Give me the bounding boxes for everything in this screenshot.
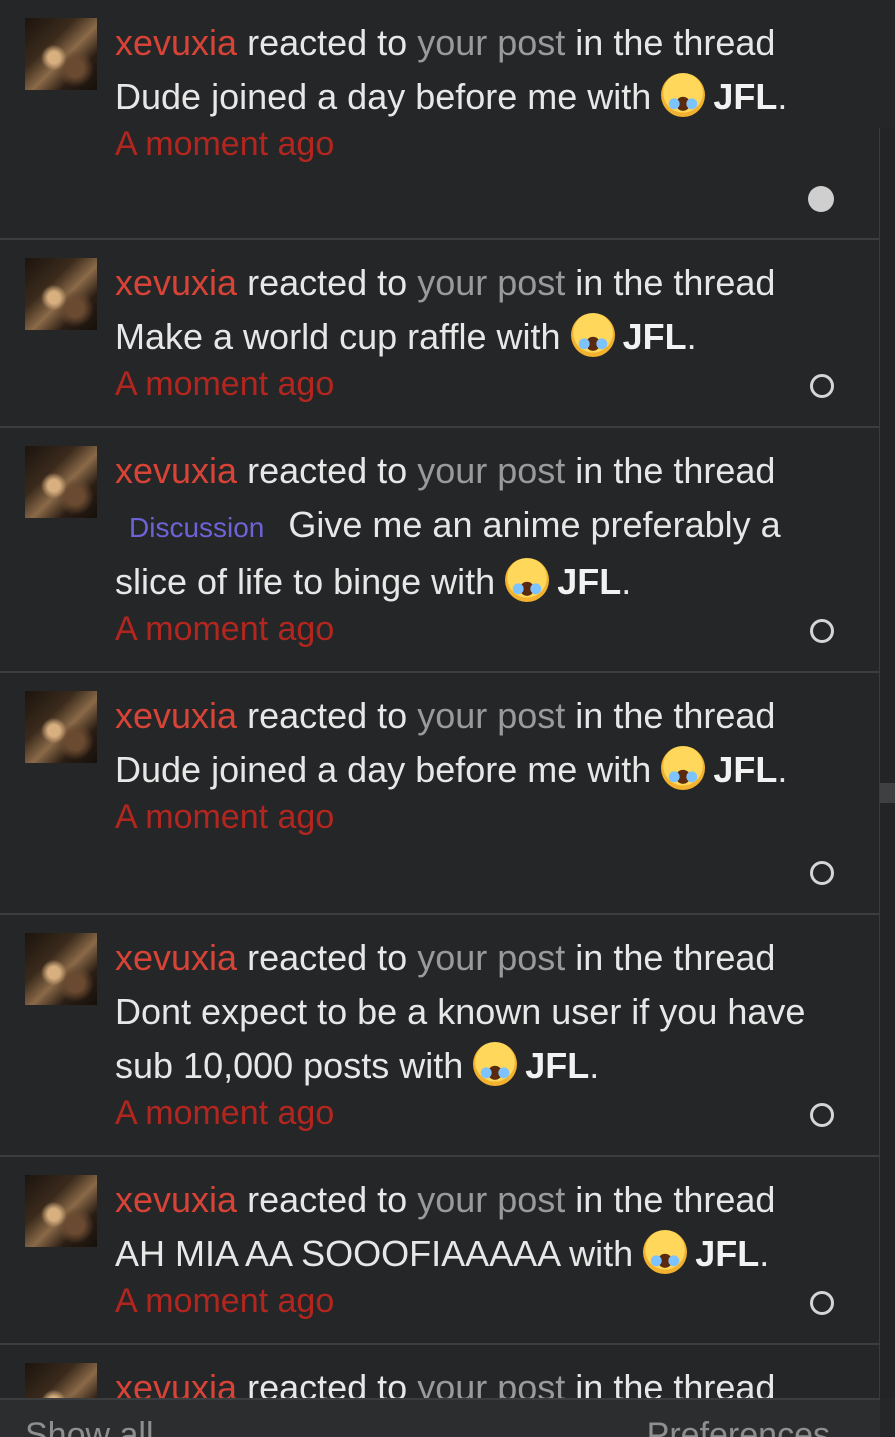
timestamp: A moment ago <box>115 365 335 403</box>
context-text: in the thread <box>575 695 776 736</box>
your-post-link[interactable]: your post <box>417 450 565 491</box>
timestamp: A moment ago <box>115 125 335 163</box>
notification-text: xevuxia reacted to your post in the thre… <box>115 1173 820 1281</box>
user-avatar[interactable] <box>25 691 97 763</box>
user-avatar[interactable] <box>25 446 97 518</box>
notification-item[interactable]: xevuxia reacted to your post in the thre… <box>0 0 880 240</box>
thread-title-link[interactable]: Dont expect to be a known user if you ha… <box>115 991 805 1086</box>
username-link[interactable]: xevuxia <box>115 937 237 978</box>
reaction-name: JFL <box>525 1045 590 1086</box>
thread-title-link[interactable]: AH MIA AA SOOOFIAAAAA with <box>115 1233 633 1274</box>
preferences-link[interactable]: Preferences <box>647 1416 830 1437</box>
your-post-link[interactable]: your post <box>417 937 565 978</box>
your-post-link[interactable]: your post <box>417 22 565 63</box>
context-text: in the thread <box>575 937 776 978</box>
username-link[interactable]: xevuxia <box>115 695 237 736</box>
show-all-link[interactable]: Show all <box>25 1416 154 1437</box>
sentence-period: . <box>686 316 697 357</box>
timestamp: A moment ago <box>115 1282 335 1320</box>
action-text: reacted to <box>247 695 408 736</box>
reaction-name: JFL <box>557 561 622 602</box>
scrollbar[interactable] <box>879 128 895 1398</box>
notification-item[interactable]: xevuxia reacted to your post in the thre… <box>0 673 880 915</box>
timestamp: A moment ago <box>115 1094 335 1132</box>
timestamp: A moment ago <box>115 798 335 836</box>
mark-unread-toggle[interactable] <box>810 1291 834 1315</box>
sentence-period: . <box>759 1233 770 1274</box>
context-text: in the thread <box>575 1367 776 1398</box>
sentence-period: . <box>777 749 788 790</box>
notification-text: xevuxia reacted to your post in the thre… <box>115 1361 820 1398</box>
notification-text: xevuxia reacted to your post in the thre… <box>115 689 820 797</box>
context-text: in the thread <box>575 1179 776 1220</box>
face-with-tears-of-joy-icon <box>505 558 550 602</box>
scrollbar-thumb[interactable] <box>880 783 895 803</box>
your-post-link[interactable]: your post <box>417 262 565 303</box>
notification-text: xevuxia reacted to your post in the thre… <box>115 16 820 124</box>
notification-item[interactable]: xevuxia reacted to your post in the thre… <box>0 915 880 1157</box>
thread-title-link[interactable]: Make a world cup raffle with <box>115 316 561 357</box>
username-link[interactable]: xevuxia <box>115 1179 237 1220</box>
mark-unread-toggle[interactable] <box>810 619 834 643</box>
face-with-tears-of-joy-icon <box>661 746 706 790</box>
action-text: reacted to <box>247 262 408 303</box>
username-link[interactable]: xevuxia <box>115 262 237 303</box>
username-link[interactable]: xevuxia <box>115 1367 237 1398</box>
sentence-period: . <box>589 1045 600 1086</box>
timestamp: A moment ago <box>115 610 335 648</box>
reaction-name: JFL <box>713 76 778 117</box>
sentence-period: . <box>621 561 632 602</box>
action-text: reacted to <box>247 937 408 978</box>
username-link[interactable]: xevuxia <box>115 450 237 491</box>
notification-text: xevuxia reacted to your post in the thre… <box>115 256 820 364</box>
mark-unread-toggle[interactable] <box>810 374 834 398</box>
face-with-tears-of-joy-icon <box>570 313 615 357</box>
reaction-name: JFL <box>713 749 778 790</box>
user-avatar[interactable] <box>25 1363 97 1398</box>
notification-text: xevuxia reacted to your post in the thre… <box>115 931 820 1093</box>
context-text: in the thread <box>575 450 776 491</box>
reaction-name: JFL <box>622 316 687 357</box>
your-post-link[interactable]: your post <box>417 1179 565 1220</box>
mark-read-toggle[interactable] <box>808 186 834 212</box>
mark-unread-toggle[interactable] <box>810 861 834 885</box>
user-avatar[interactable] <box>25 18 97 90</box>
notifications-popup: xevuxia reacted to your post in the thre… <box>0 0 895 1437</box>
action-text: reacted to <box>247 1179 408 1220</box>
action-text: reacted to <box>247 22 408 63</box>
context-text: in the thread <box>575 22 776 63</box>
mark-unread-toggle[interactable] <box>810 1103 834 1127</box>
user-avatar[interactable] <box>25 933 97 1005</box>
popup-footer: Show all Preferences <box>0 1398 880 1437</box>
action-text: reacted to <box>247 450 408 491</box>
username-link[interactable]: xevuxia <box>115 22 237 63</box>
notification-item[interactable]: xevuxia reacted to your post in the thre… <box>0 428 880 673</box>
thread-prefix-label[interactable]: Discussion <box>129 512 264 543</box>
sentence-period: . <box>777 76 788 117</box>
user-avatar[interactable] <box>25 258 97 330</box>
reaction-name: JFL <box>695 1233 760 1274</box>
notification-item[interactable]: xevuxia reacted to your post in the thre… <box>0 1157 880 1345</box>
notification-text: xevuxia reacted to your post in the thre… <box>115 444 820 609</box>
notification-item[interactable]: xevuxia reacted to your post in the thre… <box>0 240 880 428</box>
user-avatar[interactable] <box>25 1175 97 1247</box>
your-post-link[interactable]: your post <box>417 695 565 736</box>
face-with-tears-of-joy-icon <box>643 1230 688 1274</box>
context-text: in the thread <box>575 262 776 303</box>
your-post-link[interactable]: your post <box>417 1367 565 1398</box>
face-with-tears-of-joy-icon <box>661 73 706 117</box>
notification-list: xevuxia reacted to your post in the thre… <box>0 0 880 1398</box>
notification-item[interactable]: xevuxia reacted to your post in the thre… <box>0 1345 880 1398</box>
face-with-tears-of-joy-icon <box>473 1042 518 1086</box>
action-text: reacted to <box>247 1367 408 1398</box>
thread-title-link[interactable]: Dude joined a day before me with <box>115 76 651 117</box>
thread-title-link[interactable]: Dude joined a day before me with <box>115 749 651 790</box>
